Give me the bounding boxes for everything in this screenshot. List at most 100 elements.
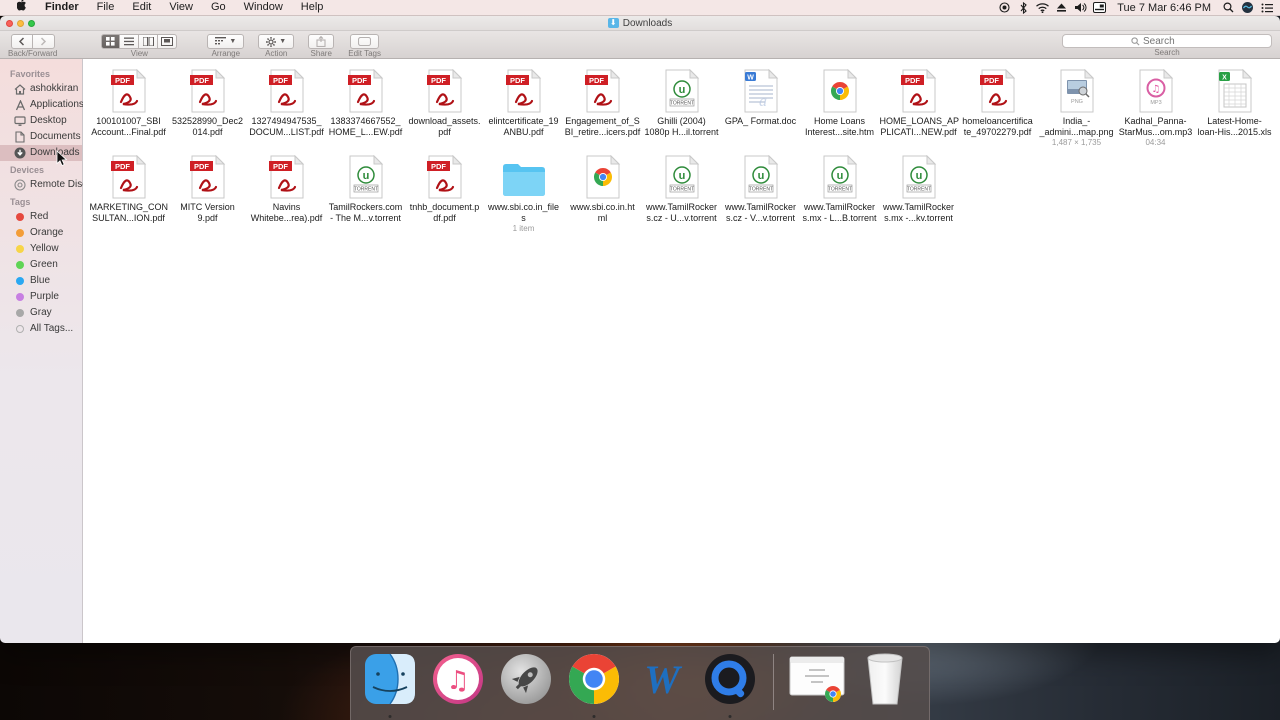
close-button[interactable] xyxy=(6,20,13,27)
file-item[interactable]: uTORRENTwww.TamilRocker s.mx - L...B.tor… xyxy=(800,147,879,233)
dock-item-word[interactable]: W xyxy=(633,653,691,711)
sidebar-item-blue[interactable]: Blue xyxy=(0,273,82,289)
applications-icon xyxy=(14,99,26,111)
sidebar-item-all-tags-[interactable]: All Tags... xyxy=(0,321,82,337)
wifi-icon[interactable] xyxy=(1035,1,1050,14)
sidebar-item-red[interactable]: Red xyxy=(0,209,82,225)
share-button[interactable] xyxy=(308,34,334,49)
edit-tags-button[interactable] xyxy=(350,34,379,49)
dock-item-quicktime[interactable] xyxy=(701,653,759,711)
svg-text:TORRENT: TORRENT xyxy=(669,187,693,193)
sidebar-item-green[interactable]: Green xyxy=(0,257,82,273)
sidebar-item-orange[interactable]: Orange xyxy=(0,225,82,241)
dock-item-finder[interactable] xyxy=(361,653,419,711)
minimize-button[interactable] xyxy=(17,20,24,27)
file-item[interactable]: uTORRENTGhilli (2004) 1080p H...il.torre… xyxy=(642,61,721,147)
title-bar[interactable]: ⬇ Downloads xyxy=(0,16,1280,31)
file-item[interactable]: PDFdownload_assets. pdf xyxy=(405,61,484,147)
file-view[interactable]: PDF100101007_SBI Account...Final.pdfPDF5… xyxy=(83,59,1280,643)
file-item[interactable]: uTORRENTwww.TamilRocker s.cz - U...v.tor… xyxy=(642,147,721,233)
menu-item-help[interactable]: Help xyxy=(292,1,333,13)
file-item[interactable]: PDFelintcertificate_19 ANBU.pdf xyxy=(484,61,563,147)
spotlight-icon[interactable] xyxy=(1221,1,1236,14)
menu-item-finder[interactable]: Finder xyxy=(36,0,88,15)
file-item[interactable]: WaGPA_ Format.doc xyxy=(721,61,800,147)
sidebar-item-documents[interactable]: Documents xyxy=(0,129,82,145)
file-item[interactable]: PDFMITC Version 9.pdf xyxy=(168,147,247,233)
view-columns-button[interactable] xyxy=(139,34,158,49)
file-item[interactable]: PNGIndia_- _admini...map.png1,487 × 1,73… xyxy=(1037,61,1116,147)
view-icons-button[interactable] xyxy=(101,34,120,49)
file-item[interactable]: PDFtnhb_document.p df.pdf xyxy=(405,147,484,233)
arrange-button[interactable]: ▼ xyxy=(207,34,244,49)
search-input[interactable] xyxy=(1143,36,1203,47)
sidebar-item-desktop[interactable]: Desktop xyxy=(0,113,82,129)
file-item[interactable]: PDF100101007_SBI Account...Final.pdf xyxy=(89,61,168,147)
file-item[interactable]: PDFMARKETING_CON SULTAN...ION.pdf xyxy=(89,147,168,233)
record-icon[interactable] xyxy=(997,1,1012,14)
menu-item-go[interactable]: Go xyxy=(202,1,235,13)
bluetooth-icon[interactable] xyxy=(1016,1,1031,14)
dock-item-launchpad[interactable] xyxy=(497,653,555,711)
dock-item-minimized-window[interactable] xyxy=(788,653,846,711)
file-item[interactable]: uTORRENTTamilRockers.com - The M...v.tor… xyxy=(326,147,405,233)
menu-item-view[interactable]: View xyxy=(160,1,202,13)
file-item[interactable]: PDFNavins Whitebe...rea).pdf xyxy=(247,147,326,233)
dock-item-chrome[interactable] xyxy=(565,653,623,711)
svg-text:♫: ♫ xyxy=(446,666,469,696)
apple-menu[interactable] xyxy=(8,0,36,16)
file-item[interactable]: PDF1327494947535_ DOCUM...LIST.pdf xyxy=(247,61,326,147)
file-item[interactable]: PDFEngagement_of_S BI_retire...icers.pdf xyxy=(563,61,642,147)
file-name: GPA_ Format.doc xyxy=(725,116,796,127)
menu-clock[interactable]: Tue 7 Mar 6:46 PM xyxy=(1111,2,1217,14)
zoom-button[interactable] xyxy=(28,20,35,27)
file-item[interactable]: PDFhomeloancertifica te_49702279.pdf xyxy=(958,61,1037,147)
back-button[interactable] xyxy=(11,34,33,49)
file-item[interactable]: uTORRENTwww.TamilRocker s.mx -...kv.torr… xyxy=(879,147,958,233)
dock-item-trash[interactable] xyxy=(856,653,914,711)
action-button[interactable]: ▼ xyxy=(258,34,294,49)
dock-item-itunes[interactable]: ♫ xyxy=(429,653,487,711)
file-item[interactable]: ♫MP3Kadhal_Panna- StarMus...om.mp304:34 xyxy=(1116,61,1195,147)
sidebar-item-yellow[interactable]: Yellow xyxy=(0,241,82,257)
sidebar-item-ashokkiran[interactable]: ashokkiran xyxy=(0,81,82,97)
sidebar-item-label: Gray xyxy=(30,307,52,319)
dock: ♫W xyxy=(350,646,930,720)
file-name: HOME_LOANS_AP PLICATI...NEW.pdf xyxy=(880,116,958,137)
chrome-icon xyxy=(567,652,621,711)
file-item[interactable]: PDF532528990_Dec2 014.pdf xyxy=(168,61,247,147)
volume-icon[interactable] xyxy=(1073,1,1088,14)
svg-text:PDF: PDF xyxy=(510,76,525,85)
menu-item-window[interactable]: Window xyxy=(235,1,292,13)
menu-item-edit[interactable]: Edit xyxy=(123,1,160,13)
search-field[interactable] xyxy=(1062,34,1272,48)
sidebar-item-remote-disc[interactable]: Remote Disc xyxy=(0,177,82,193)
view-list-button[interactable] xyxy=(120,34,139,49)
siri-icon[interactable] xyxy=(1240,1,1255,14)
file-item[interactable]: Home Loans Interest...site.htm xyxy=(800,61,879,147)
notification-center-icon[interactable] xyxy=(1259,1,1274,14)
word-icon: W xyxy=(635,652,689,711)
file-item[interactable]: PDFHOME_LOANS_AP PLICATI...NEW.pdf xyxy=(879,61,958,147)
file-item[interactable]: www.sbi.co.in_file s1 item xyxy=(484,147,563,233)
eject-icon[interactable] xyxy=(1054,1,1069,14)
input-menu-icon[interactable] xyxy=(1092,1,1107,14)
file-item[interactable]: www.sbi.co.in.ht ml xyxy=(563,147,642,233)
sidebar-item-purple[interactable]: Purple xyxy=(0,289,82,305)
svg-text:W: W xyxy=(644,657,682,702)
pdf-file-icon: PDF xyxy=(348,61,384,113)
sidebar-item-applications[interactable]: Applications xyxy=(0,97,82,113)
forward-button[interactable] xyxy=(33,34,55,49)
file-item[interactable]: XLatest-Home- loan-His...2015.xls xyxy=(1195,61,1274,147)
file-item[interactable]: PDF 1383374667552_ HOME_L...EW.pdf xyxy=(326,61,405,147)
view-coverflow-button[interactable] xyxy=(158,34,177,49)
search-label: Search xyxy=(1154,49,1179,57)
file-item[interactable]: uTORRENTwww.TamilRocker s.cz - V...v.tor… xyxy=(721,147,800,233)
sidebar-item-gray[interactable]: Gray xyxy=(0,305,82,321)
file-name: www.TamilRocker s.mx - L...B.torrent xyxy=(802,202,876,223)
file-name: 1383374667552_ HOME_L...EW.pdf xyxy=(329,116,403,137)
file-name: www.sbi.co.in.ht ml xyxy=(570,202,635,223)
file-name: Latest-Home- loan-His...2015.xls xyxy=(1197,116,1271,137)
menu-item-file[interactable]: File xyxy=(88,1,124,13)
sidebar-item-downloads[interactable]: Downloads xyxy=(0,145,82,161)
